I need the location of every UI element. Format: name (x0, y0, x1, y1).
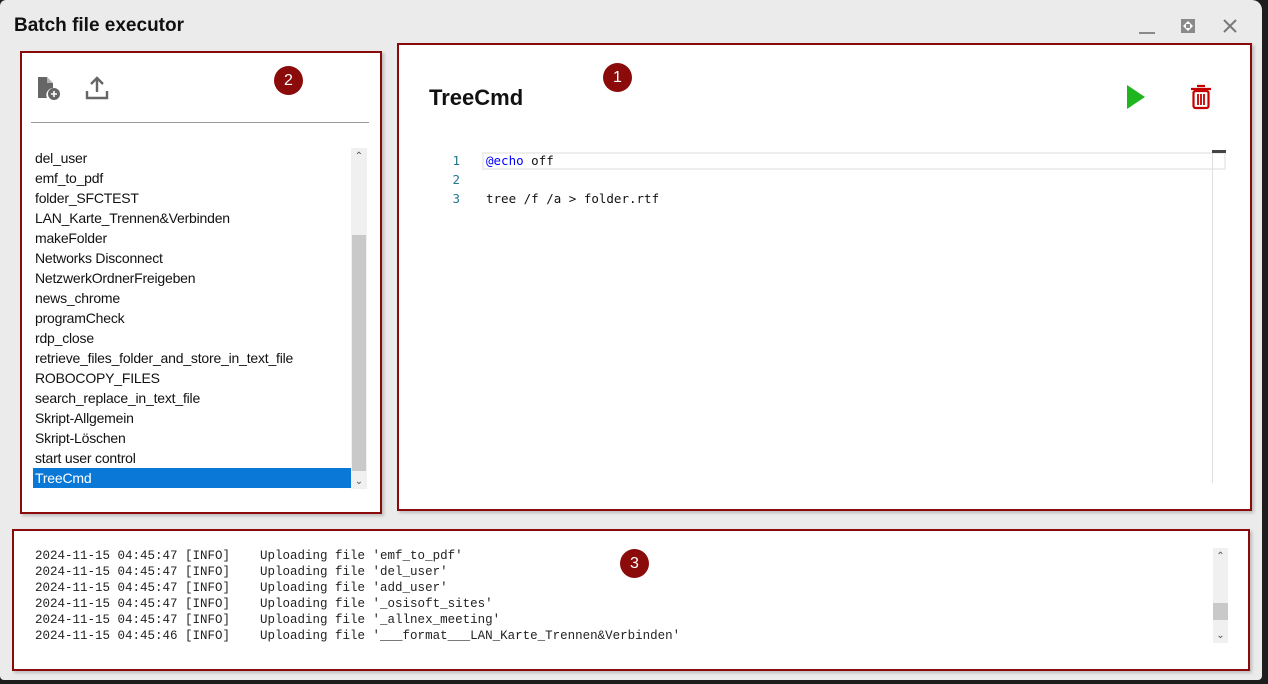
script-list-item[interactable]: news_chrome (33, 288, 351, 308)
close-icon (1223, 19, 1237, 33)
line-number: 3 (452, 191, 460, 206)
line-number: 1 (452, 153, 460, 168)
script-list-item[interactable]: programCheck (33, 308, 351, 328)
log-line: 2024-11-15 04:45:47 [INFO] Uploading fil… (35, 581, 448, 595)
expand-icon (1181, 19, 1195, 33)
code-line: 3 tree /f /a > folder.rtf (430, 189, 1226, 208)
script-list-item[interactable]: rdp_close (33, 328, 351, 348)
line-text: @echo off (486, 151, 554, 170)
script-list-scrollbar[interactable]: ⌃ ⌄ (351, 148, 367, 489)
line-number: 2 (452, 172, 460, 187)
log-line: 2024-11-15 04:45:47 [INFO] Uploading fil… (35, 597, 493, 611)
annotation-badge-1: 1 (603, 63, 632, 92)
script-list-item[interactable]: search_replace_in_text_file (33, 388, 351, 408)
script-title: TreeCmd (429, 85, 524, 110)
code-line: 2 (430, 170, 1226, 189)
play-icon (1127, 85, 1145, 109)
script-list[interactable]: del_user emf_to_pdf folder_SFCTEST LAN_Kart… (33, 148, 367, 489)
log-scroll-up-arrow[interactable]: ⌃ (1213, 548, 1228, 564)
log-scroll-thumb[interactable] (1213, 603, 1228, 620)
new-file-button[interactable] (33, 73, 63, 103)
toolbar-divider (31, 122, 369, 123)
log-line: 2024-11-15 04:45:47 [INFO] Uploading fil… (35, 549, 463, 563)
log-line: 2024-11-15 04:45:46 [INFO] Uploading fil… (35, 629, 681, 643)
upload-button[interactable] (82, 73, 112, 103)
log-scrollbar[interactable]: ⌃ ⌄ (1213, 548, 1228, 643)
script-list-item[interactable]: emf_to_pdf (33, 168, 351, 188)
code-editor[interactable]: 1 @echo off 2 3 tree /f /a > folder.rtf (430, 150, 1226, 485)
script-list-item[interactable]: makeFolder (33, 228, 351, 248)
log-scroll-down-arrow[interactable]: ⌄ (1213, 627, 1228, 643)
keyword: @echo (486, 153, 524, 168)
scroll-thumb[interactable] (352, 235, 366, 471)
delete-button[interactable] (1186, 82, 1216, 112)
trash-icon (1191, 84, 1211, 110)
script-list-item[interactable]: start user control (33, 448, 351, 468)
script-list-item[interactable]: Skript-Löschen (33, 428, 351, 448)
maximize-button[interactable] (1176, 14, 1200, 38)
line-text: tree /f /a > folder.rtf (486, 191, 660, 206)
batch-executor-window: Batch file executor 2 del_user emf_to_pdf… (0, 0, 1262, 680)
line-rest: off (523, 153, 554, 168)
script-list-item[interactable]: retrieve_files_folder_and_store_in_text_… (33, 348, 351, 368)
new-file-icon (38, 77, 60, 100)
log-output: 2024-11-15 04:45:47 [INFO] Uploading fil… (35, 548, 680, 644)
script-list-item[interactable]: NetzwerkOrdnerFreigeben (33, 268, 351, 288)
close-button[interactable] (1218, 14, 1242, 38)
script-list-item[interactable]: del_user (33, 148, 351, 168)
script-list-item[interactable]: LAN_Karte_Trennen&Verbinden (33, 208, 351, 228)
minimize-button[interactable] (1135, 14, 1159, 38)
scroll-up-arrow[interactable]: ⌃ (351, 148, 367, 164)
log-line: 2024-11-15 04:45:47 [INFO] Uploading fil… (35, 565, 448, 579)
log-line: 2024-11-15 04:45:47 [INFO] Uploading fil… (35, 613, 501, 627)
script-list-item[interactable]: TreeCmd (33, 468, 351, 488)
scroll-down-arrow[interactable]: ⌄ (351, 473, 367, 489)
code-line: 1 @echo off (430, 151, 1226, 170)
upload-icon (85, 76, 109, 100)
annotation-badge-2: 2 (274, 66, 303, 95)
script-list-item[interactable]: Skript-Allgemein (33, 408, 351, 428)
script-list-item[interactable]: folder_SFCTEST (33, 188, 351, 208)
run-button[interactable] (1120, 82, 1150, 112)
script-items: del_user emf_to_pdf folder_SFCTEST LAN_Kart… (33, 148, 351, 488)
minimize-icon (1139, 32, 1155, 34)
script-list-item[interactable]: ROBOCOPY_FILES (33, 368, 351, 388)
script-list-item[interactable]: Networks Disconnect (33, 248, 351, 268)
window-title: Batch file executor (14, 15, 184, 36)
